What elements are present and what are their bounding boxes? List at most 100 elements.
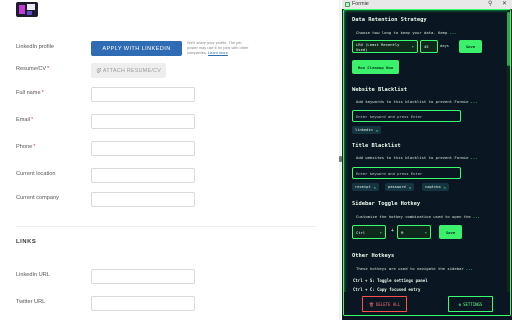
gear-icon: ⚙ bbox=[458, 301, 462, 307]
linkedin-url-input[interactable] bbox=[91, 269, 195, 284]
sidebar-hotkey-description-text: Customize the hotkey combination used to… bbox=[356, 214, 471, 219]
panel-title: Formie bbox=[352, 1, 369, 7]
title-tag: password ✕ bbox=[385, 183, 415, 191]
learn-more-link[interactable]: Learn more bbox=[208, 50, 228, 55]
website-tag: linkedin ✕ bbox=[352, 126, 382, 134]
email-row: Email* bbox=[16, 114, 316, 130]
title-blacklist-more-link[interactable]: ... bbox=[470, 155, 477, 160]
hotkey-save-button[interactable]: Save bbox=[439, 225, 462, 239]
required-marker: * bbox=[47, 66, 50, 72]
hotkey-plus-sign: + bbox=[391, 228, 395, 234]
website-blacklist-heading: Website Blacklist bbox=[352, 87, 408, 93]
title-tag: captcha ✕ bbox=[422, 183, 449, 191]
location-row: Current location bbox=[16, 168, 316, 184]
email-label-text: Email bbox=[16, 117, 30, 123]
hotkey-modifier-select[interactable]: Ctrl ▾ bbox=[352, 225, 386, 239]
settings-scroll-thumb[interactable] bbox=[507, 12, 510, 66]
attach-resume-button[interactable]: ATTACH RESUME/CV bbox=[91, 63, 166, 78]
retention-heading: Data Retention Strategy bbox=[352, 17, 427, 23]
website-tag-label: linkedin bbox=[355, 128, 373, 132]
sidebar-hotkey-heading: Sidebar Toggle Hotkey bbox=[352, 201, 421, 207]
full-name-label: Full name* bbox=[16, 90, 44, 96]
title-tag: receipt ✕ bbox=[352, 183, 379, 191]
other-hotkeys-more-link[interactable]: ... bbox=[466, 266, 473, 271]
linkedin-url-label: LinkedIn URL bbox=[16, 272, 50, 278]
sidebar-hotkey-more-link[interactable]: ... bbox=[473, 214, 480, 219]
resume-label-text: Resume/CV bbox=[16, 66, 47, 72]
application-form: LinkedIn profile APPLY WITH LINKEDIN We'… bbox=[0, 0, 338, 320]
location-input[interactable] bbox=[91, 168, 195, 183]
title-tag-label: captcha bbox=[425, 185, 441, 189]
email-label: Email* bbox=[16, 117, 33, 123]
extension-panel: Formie ⚲ ✕ Data Retention Strategy Choos… bbox=[342, 0, 512, 320]
remove-tag-icon[interactable]: ✕ bbox=[376, 128, 378, 133]
title-tag-label: password bbox=[388, 185, 406, 189]
company-row: Current company bbox=[16, 192, 316, 208]
run-cleanup-button[interactable]: Run Cleanup Now bbox=[352, 60, 399, 74]
retention-strategy-value: LRU (Least Recently Used) bbox=[356, 41, 400, 52]
company-label: Current company bbox=[16, 195, 59, 201]
apply-with-linkedin-button[interactable]: APPLY WITH LINKEDIN bbox=[91, 41, 182, 56]
remove-tag-icon[interactable]: ✕ bbox=[374, 185, 376, 190]
chevron-down-icon: ▾ bbox=[424, 229, 427, 235]
title-blacklist-input[interactable]: Enter keyword and press Enter bbox=[352, 167, 461, 179]
retention-save-button[interactable]: Save bbox=[459, 40, 482, 53]
twitter-url-row: Twitter URL bbox=[16, 296, 316, 312]
company-logo bbox=[16, 2, 38, 17]
settings-label: SETTINGS bbox=[463, 301, 483, 307]
remove-tag-icon[interactable]: ✕ bbox=[444, 185, 446, 190]
retention-days-input[interactable]: 45 bbox=[420, 40, 438, 53]
resume-label: Resume/CV* bbox=[16, 66, 49, 72]
website-blacklist-input[interactable]: Enter keyword and press Enter bbox=[352, 110, 461, 122]
full-name-input[interactable] bbox=[91, 87, 195, 102]
full-name-row: Full name* bbox=[16, 87, 316, 103]
twitter-url-label: Twitter URL bbox=[16, 299, 46, 305]
hotkey-key-select[interactable]: M ▾ bbox=[397, 225, 431, 239]
attach-resume-label: ATTACH RESUME/CV bbox=[102, 67, 162, 74]
twitter-url-input[interactable] bbox=[91, 296, 195, 311]
linkedin-url-row: LinkedIn URL bbox=[16, 269, 316, 285]
phone-row: Phone* bbox=[16, 141, 316, 157]
delete-all-label: DELETE ALL bbox=[375, 301, 401, 307]
hotkey-key-value: M bbox=[401, 229, 404, 235]
full-name-label-text: Full name bbox=[16, 90, 41, 96]
chevron-down-icon: ▾ bbox=[411, 44, 414, 49]
retention-days-value: 45 bbox=[424, 44, 429, 49]
chevron-down-icon: ▾ bbox=[379, 229, 382, 235]
linkedin-profile-row: LinkedIn profile APPLY WITH LINKEDIN We'… bbox=[16, 40, 316, 57]
section-divider bbox=[16, 226, 316, 227]
retention-days-label: days bbox=[440, 44, 449, 48]
email-input[interactable] bbox=[91, 114, 195, 129]
required-marker: * bbox=[31, 117, 34, 123]
title-blacklist-description: Add websites to this blacklist to preven… bbox=[356, 155, 477, 160]
retention-description: Choose how long to keep your data. Keep.… bbox=[356, 30, 456, 35]
phone-input[interactable] bbox=[91, 141, 195, 156]
other-hotkeys-description: These hotkeys are used to navigate the s… bbox=[356, 266, 473, 271]
close-icon[interactable]: ✕ bbox=[502, 0, 507, 7]
trash-icon: 🗑 bbox=[368, 301, 374, 307]
pin-icon[interactable]: ⚲ bbox=[488, 0, 492, 7]
retention-more-link[interactable]: ... bbox=[449, 30, 456, 35]
retention-strategy-select[interactable]: LRU (Least Recently Used) ▾ bbox=[352, 40, 418, 53]
formie-app-icon bbox=[345, 2, 350, 7]
panel-titlebar: Formie ⚲ ✕ bbox=[342, 0, 512, 9]
title-tag-label: receipt bbox=[355, 185, 371, 189]
retention-description-text: Choose how long to keep your data. Keep bbox=[356, 30, 448, 35]
other-hotkeys-heading: Other Hotkeys bbox=[352, 253, 395, 259]
paperclip-icon bbox=[96, 67, 101, 73]
location-label: Current location bbox=[16, 171, 56, 177]
resume-row: Resume/CV* ATTACH RESUME/CV bbox=[16, 63, 316, 79]
remove-tag-icon[interactable]: ✕ bbox=[409, 185, 411, 190]
linkedin-profile-label: LinkedIn profile bbox=[16, 44, 54, 50]
links-section-heading: LINKS bbox=[16, 239, 37, 245]
delete-all-button[interactable]: 🗑 DELETE ALL bbox=[362, 296, 407, 312]
website-blacklist-description: Add keywords to this blacklist to preven… bbox=[356, 99, 477, 104]
linkedin-note: We'll share your profile. The job poster… bbox=[187, 40, 249, 55]
settings-button[interactable]: ⚙ SETTINGS bbox=[448, 296, 493, 312]
phone-label-text: Phone bbox=[16, 144, 33, 150]
company-input[interactable] bbox=[91, 192, 195, 207]
website-blacklist-description-text: Add keywords to this blacklist to preven… bbox=[356, 99, 469, 104]
sidebar-hotkey-description: Customize the hotkey combination used to… bbox=[356, 214, 480, 219]
hotkey-item: Ctrl + S: Toggle settings panel bbox=[353, 278, 428, 283]
website-blacklist-more-link[interactable]: ... bbox=[470, 99, 477, 104]
